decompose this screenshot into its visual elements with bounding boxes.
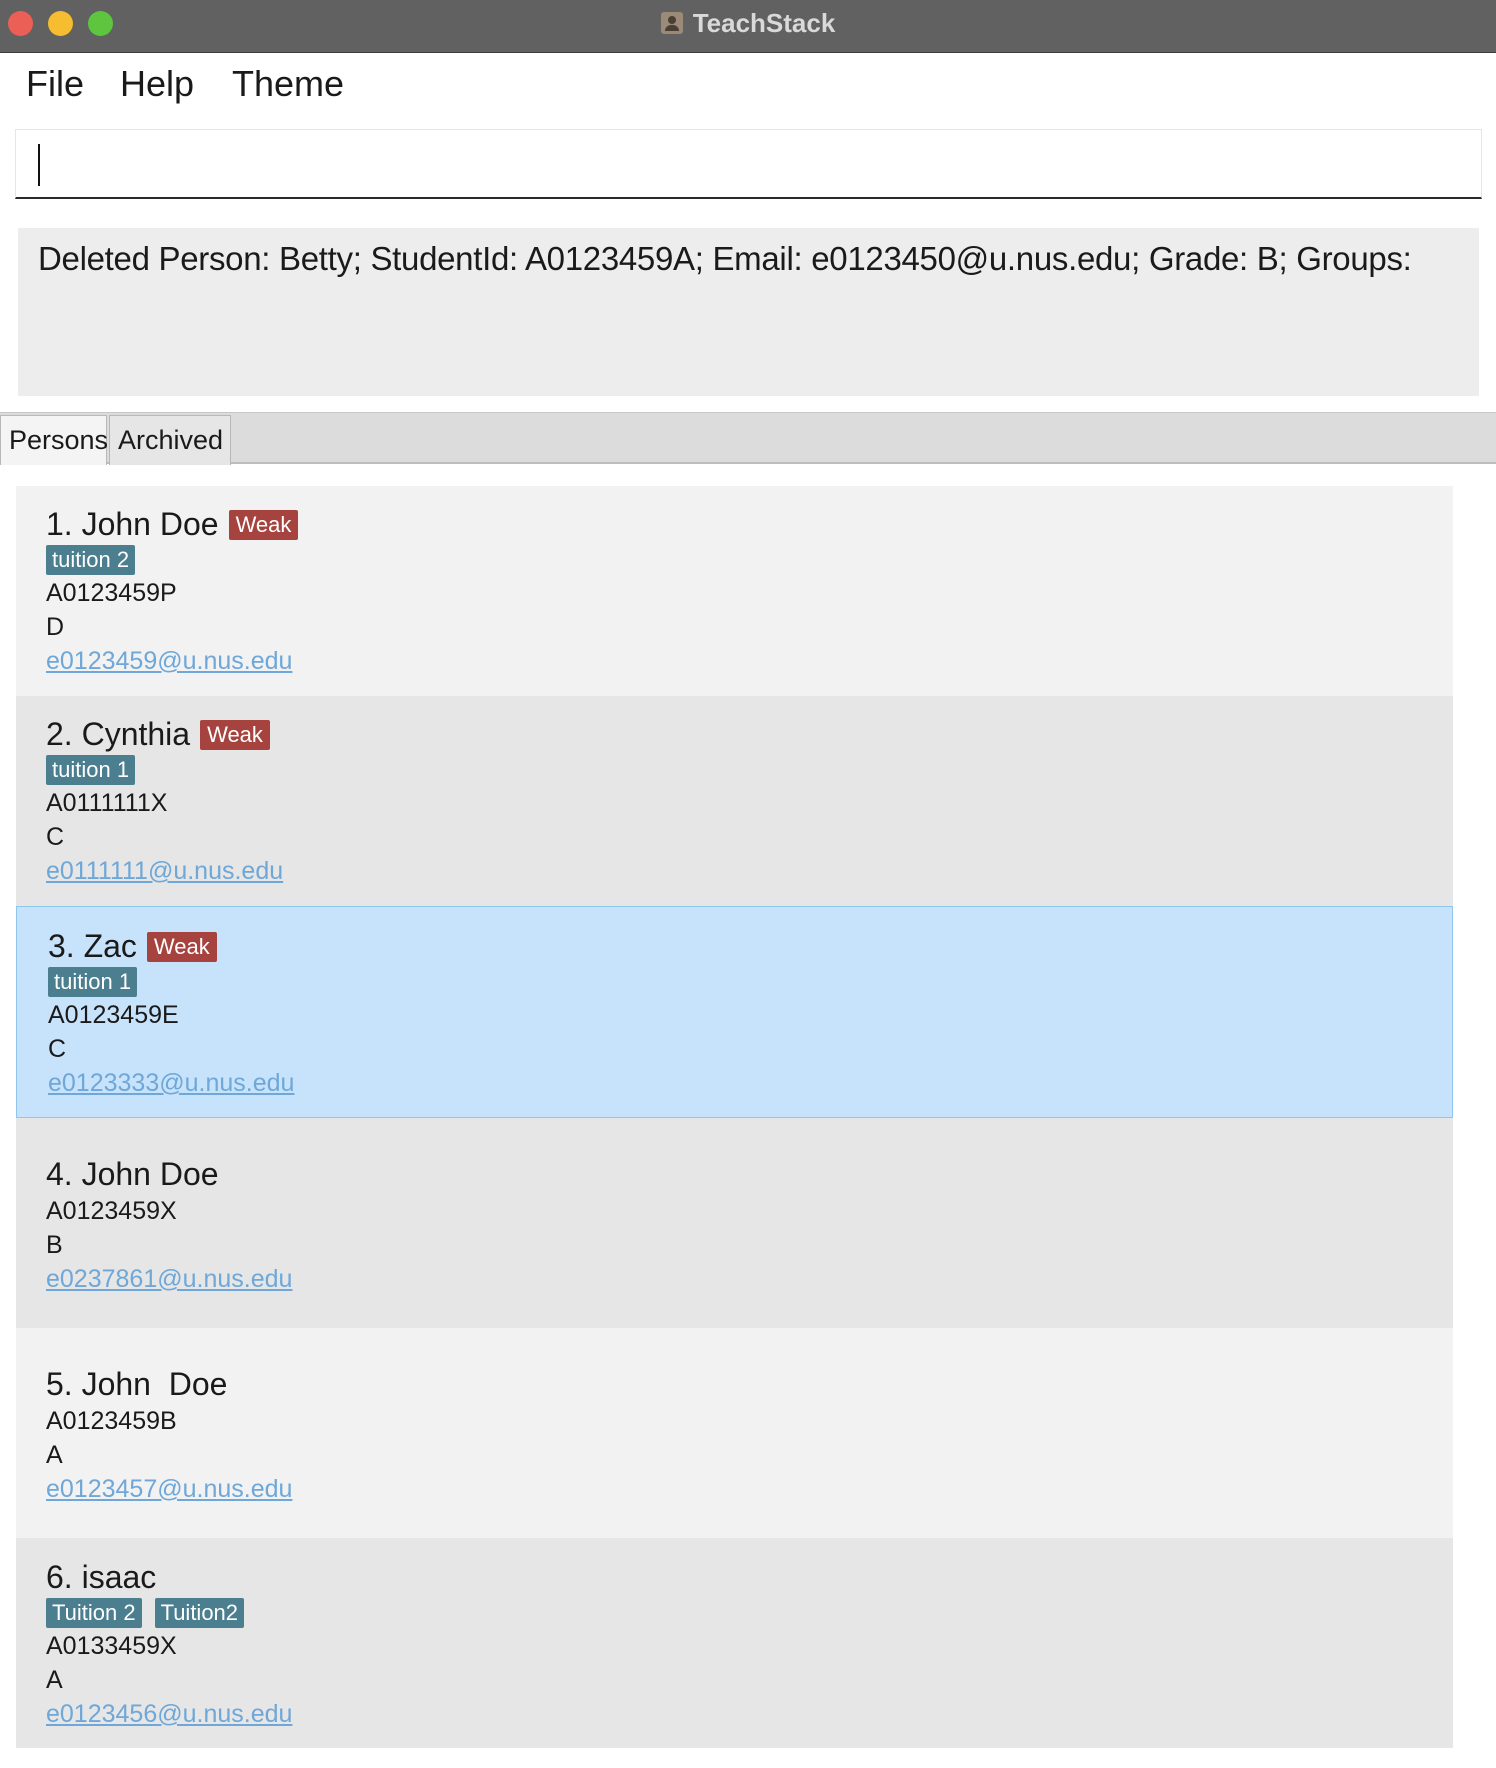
person-name-row: 5. John Doe xyxy=(46,1366,227,1403)
person-name: John Doe xyxy=(81,1156,219,1192)
person-card[interactable]: 2. Cynthia Weak tuition 1 A0111111X C e0… xyxy=(16,696,1453,906)
person-index: 1. xyxy=(46,506,73,542)
text-caret xyxy=(38,144,40,186)
grade: B xyxy=(46,1231,63,1259)
grade: C xyxy=(46,823,65,851)
contact-book-icon xyxy=(660,12,683,34)
person-name: John Doe xyxy=(81,1366,228,1402)
person-card-selected[interactable]: 3. Zac Weak tuition 1 A0123459E C e01233… xyxy=(16,906,1453,1118)
student-id: A0123459P xyxy=(46,579,177,607)
person-card[interactable]: 6. isaac Tuition 2 Tuition2 A0133459X A … xyxy=(16,1538,1453,1748)
person-name-row: 1. John Doe Weak xyxy=(46,506,299,543)
person-name-row: 6. isaac xyxy=(46,1559,156,1596)
email-link[interactable]: e0237861@u.nus.edu xyxy=(46,1265,292,1294)
group-tag: Tuition2 xyxy=(154,1598,245,1628)
person-name-row: 4. John Doe xyxy=(46,1156,219,1193)
person-name: John Doe xyxy=(81,506,219,542)
weak-badge: Weak xyxy=(228,509,299,540)
weak-badge: Weak xyxy=(200,719,270,750)
person-index: 6. xyxy=(46,1559,73,1595)
person-tags: Tuition 2 Tuition2 xyxy=(46,1598,245,1628)
window-title-group: TeachStack xyxy=(0,0,1496,46)
group-tag: tuition 1 xyxy=(46,755,136,785)
grade: C xyxy=(48,1035,67,1063)
person-name: Zac xyxy=(83,928,137,964)
result-display: Deleted Person: Betty; StudentId: A01234… xyxy=(18,228,1479,396)
person-card[interactable]: 4. John Doe A0123459X B e0237861@u.nus.e… xyxy=(16,1118,1453,1328)
student-id: A0133459X xyxy=(46,1632,177,1660)
grade: A xyxy=(46,1441,63,1469)
group-tag: tuition 1 xyxy=(48,967,138,997)
student-id: A0111111X xyxy=(46,789,168,817)
email-link[interactable]: e0123459@u.nus.edu xyxy=(46,647,292,676)
student-id: A0123459E xyxy=(48,1001,179,1029)
menu-file[interactable]: File xyxy=(26,63,84,105)
student-id: A0123459X xyxy=(46,1197,177,1225)
email-link[interactable]: e0123457@u.nus.edu xyxy=(46,1475,292,1504)
menu-bar: File Help Theme xyxy=(0,53,1496,123)
menu-help[interactable]: Help xyxy=(120,63,194,105)
window-titlebar: TeachStack xyxy=(0,0,1496,53)
person-name: isaac xyxy=(81,1559,157,1595)
person-index: 3. xyxy=(48,928,75,964)
email-link[interactable]: e0123333@u.nus.edu xyxy=(48,1069,294,1098)
tab-archived[interactable]: Archived xyxy=(109,415,231,465)
person-index: 4. xyxy=(46,1156,73,1192)
tab-archived-label: Archived xyxy=(118,425,224,455)
grade: A xyxy=(46,1666,63,1694)
tab-persons-label: Persons xyxy=(9,425,109,455)
weak-badge: Weak xyxy=(146,931,217,962)
person-index: 2. xyxy=(46,716,73,752)
email-link[interactable]: e0123456@u.nus.edu xyxy=(46,1700,292,1729)
person-card[interactable]: 1. John Doe Weak tuition 2 A0123459P D e… xyxy=(16,486,1453,696)
person-card[interactable]: 5. John Doe A0123459B A e0123457@u.nus.e… xyxy=(16,1328,1453,1538)
group-tag: Tuition 2 xyxy=(46,1598,142,1628)
result-message: Deleted Person: Betty; StudentId: A01234… xyxy=(38,240,1412,277)
person-name: Cynthia xyxy=(81,716,191,752)
command-input[interactable] xyxy=(15,129,1482,199)
person-tags: tuition 2 xyxy=(46,545,136,575)
person-name-row: 2. Cynthia Weak xyxy=(46,716,270,753)
person-name-row: 3. Zac Weak xyxy=(48,928,217,965)
group-tag: tuition 2 xyxy=(46,545,136,575)
grade: D xyxy=(46,613,65,641)
person-tags: tuition 1 xyxy=(46,755,136,785)
person-tags: tuition 1 xyxy=(48,967,138,997)
student-id: A0123459B xyxy=(46,1407,177,1435)
tab-persons[interactable]: Persons xyxy=(0,415,109,465)
email-link[interactable]: e0111111@u.nus.edu xyxy=(46,857,283,886)
person-index: 5. xyxy=(46,1366,73,1402)
window-title: TeachStack xyxy=(692,7,836,38)
tab-bar: Persons Archived xyxy=(0,412,1496,465)
menu-theme[interactable]: Theme xyxy=(232,63,344,105)
